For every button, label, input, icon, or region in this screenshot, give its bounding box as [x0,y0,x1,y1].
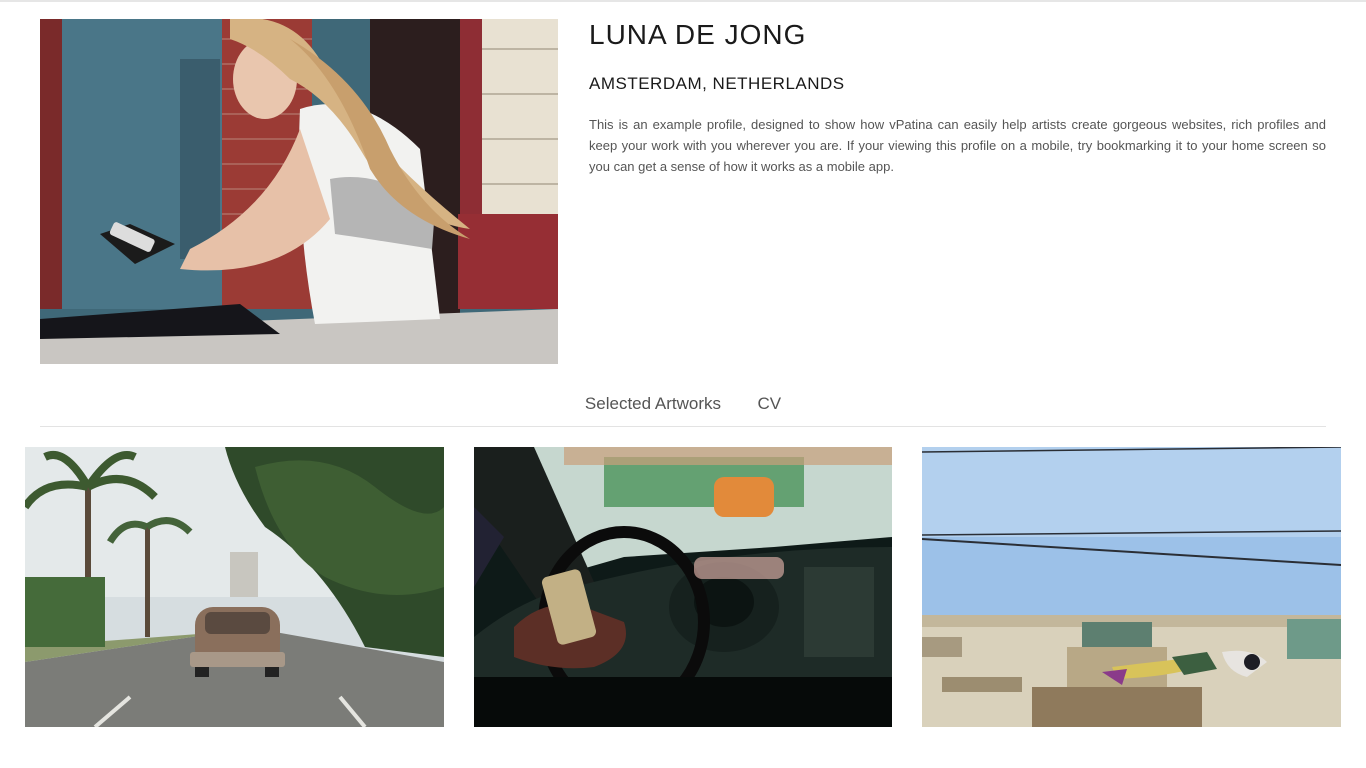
tab-selected-artworks[interactable]: Selected Artworks [585,392,721,416]
artwork-thumbnail[interactable] [922,447,1341,727]
profile-info: LUNA DE JONG AMSTERDAM, NETHERLANDS This… [589,19,1326,177]
profile-tabs: Selected Artworks CV [40,392,1326,427]
top-divider [0,0,1366,2]
artist-name: LUNA DE JONG [589,19,807,50]
tab-cv[interactable]: CV [757,392,781,416]
profile-photo [40,19,558,364]
artwork-thumbnail[interactable] [474,447,892,727]
profile-header: LUNA DE JONG AMSTERDAM, NETHERLANDS This… [40,19,1326,364]
artist-location: AMSTERDAM, NETHERLANDS [589,74,845,93]
artist-bio: This is an example profile, designed to … [589,117,1326,174]
artwork-thumbnail[interactable] [25,447,444,727]
artworks-gallery [25,447,1341,727]
